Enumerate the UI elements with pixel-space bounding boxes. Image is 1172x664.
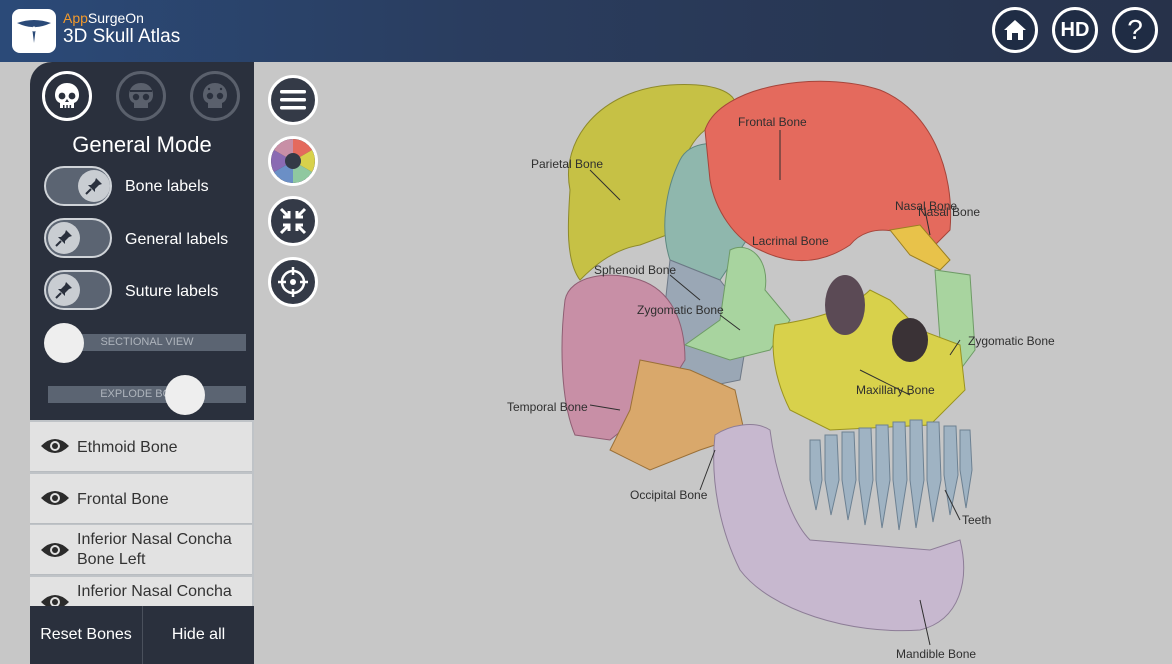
hd-button[interactable]: HD: [1052, 7, 1098, 53]
label-teeth[interactable]: Teeth: [962, 513, 991, 527]
eye-icon[interactable]: [40, 489, 70, 507]
label-occipital-bone[interactable]: Occipital Bone: [630, 488, 707, 502]
menu-button[interactable]: [268, 75, 318, 125]
brand-name: AppSurgeOn: [63, 10, 144, 26]
app-title: 3D Skull Atlas: [63, 26, 181, 47]
maxillary-bone: [772, 289, 966, 431]
orbit: [892, 318, 928, 362]
brand: AppSurgeOn 3D Skull Atlas: [63, 10, 180, 48]
eye-icon[interactable]: [40, 593, 70, 606]
list-item[interactable]: Frontal Bone: [30, 474, 252, 524]
list-item[interactable]: Inferior Nasal Concha Bone Left: [30, 525, 252, 575]
hide-all-button[interactable]: Hide all: [143, 606, 254, 664]
collapse-arrows-icon: [279, 207, 307, 235]
sectional-view-knob[interactable]: [44, 323, 84, 363]
bone-name: Inferior Nasal Concha Bone Left: [77, 531, 232, 568]
suture-mode-button[interactable]: [116, 71, 166, 121]
label-lacrimal-bone[interactable]: Lacrimal Bone: [752, 234, 829, 248]
bottom-bar: Reset Bones Hide all: [30, 606, 254, 664]
nasal-cavity: [825, 275, 865, 335]
toggle-knob: [48, 274, 80, 306]
eye-icon[interactable]: [40, 437, 70, 455]
label-maxillary-bone[interactable]: Maxillary Bone: [856, 383, 935, 397]
bone-name: Frontal Bone: [77, 491, 169, 508]
mode-title: General Mode: [72, 132, 212, 157]
skull-foramina-icon: [203, 83, 227, 108]
app-header: AppSurgeOn 3D Skull Atlas HD ?: [0, 0, 1172, 62]
hamburger-icon: [280, 90, 306, 110]
color-button[interactable]: [268, 136, 318, 186]
home-icon: [1004, 20, 1026, 40]
general-mode-button[interactable]: [42, 71, 92, 121]
bone-labels-toggle[interactable]: [44, 166, 112, 206]
label-parietal-bone[interactable]: Parietal Bone: [531, 157, 603, 171]
color-wheel-icon: [271, 139, 315, 183]
label-mandible-bone[interactable]: Mandible Bone: [896, 647, 976, 661]
mandible-bone: [713, 424, 965, 632]
label-sphenoid-bone[interactable]: Sphenoid Bone: [594, 263, 676, 277]
help-button[interactable]: ?: [1112, 7, 1158, 53]
eye-icon[interactable]: [40, 541, 70, 559]
sectional-view-label: SECTIONAL VIEW: [100, 336, 194, 348]
label-zygomatic-bone-right[interactable]: Zygomatic Bone: [968, 334, 1055, 348]
bone-name: Ethmoid Bone: [77, 439, 178, 456]
foramina-mode-button[interactable]: [190, 71, 240, 121]
crosshair-icon: [278, 267, 308, 297]
label-frontal-bone[interactable]: Frontal Bone: [738, 115, 807, 129]
scissors-logo-icon: [17, 20, 51, 43]
skull-icon: [55, 83, 79, 108]
label-temporal-bone[interactable]: Temporal Bone: [507, 400, 588, 414]
home-button[interactable]: [992, 7, 1038, 53]
skull-suture-icon: [129, 83, 153, 108]
toggle-knob: [78, 170, 110, 202]
explode-bones-slider[interactable]: EXPLODE BONES: [48, 386, 246, 403]
teeth: [809, 419, 973, 531]
toggle-knob: [48, 222, 80, 254]
settings-panel: General Mode Bone labels General labels …: [30, 62, 254, 420]
explode-bones-knob[interactable]: [165, 375, 205, 415]
label-zygomatic-bone-left[interactable]: Zygomatic Bone: [637, 303, 724, 317]
pin-icon: [85, 178, 102, 195]
general-labels-toggle[interactable]: [44, 218, 112, 258]
pin-icon: [55, 230, 72, 247]
list-item[interactable]: Inferior Nasal Concha: [30, 577, 252, 606]
general-labels-label: General labels: [125, 231, 229, 248]
collapse-button[interactable]: [268, 196, 318, 246]
suture-labels-toggle[interactable]: [44, 270, 112, 310]
list-item[interactable]: Ethmoid Bone: [30, 422, 252, 472]
app-logo: [12, 9, 56, 53]
recenter-button[interactable]: [268, 257, 318, 307]
bone-labels-label: Bone labels: [125, 178, 209, 195]
pin-icon: [55, 282, 72, 299]
label-nasal-bone-2[interactable]: Nasal Bone: [918, 205, 980, 219]
reset-bones-button[interactable]: Reset Bones: [30, 606, 143, 664]
bone-name: Inferior Nasal Concha: [77, 583, 232, 600]
bone-list[interactable]: Ethmoid Bone Frontal Bone Inferior Nasal…: [30, 420, 254, 606]
suture-labels-label: Suture labels: [125, 283, 219, 300]
